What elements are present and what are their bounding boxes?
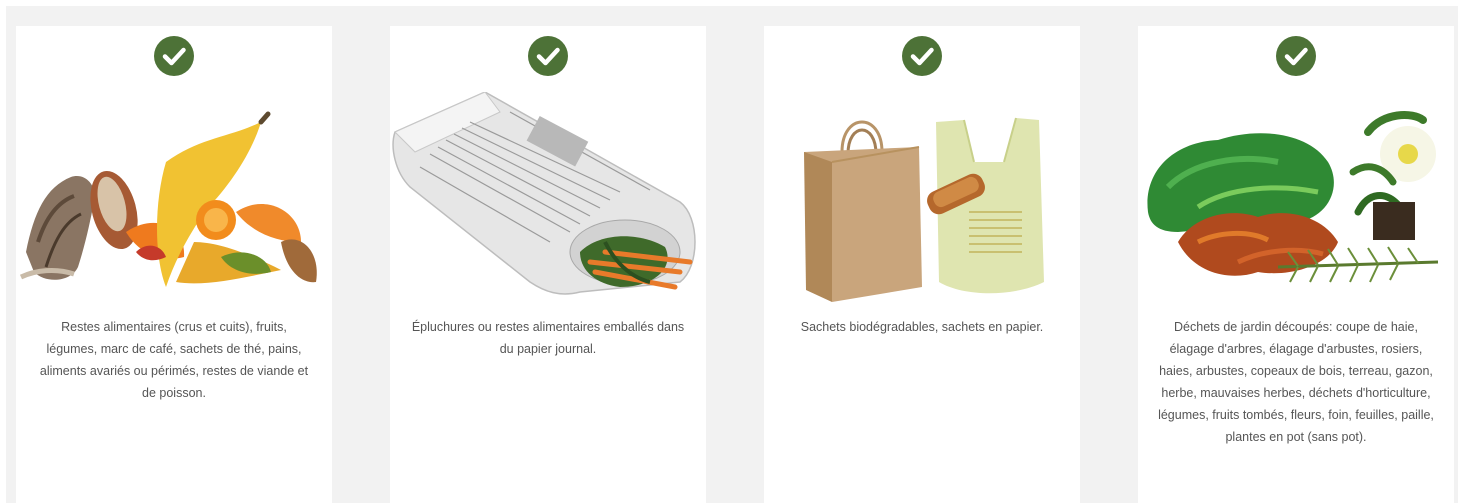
card-food-scraps: Restes alimentaires (crus et cuits), fru… [16,26,332,503]
check-circle-icon [154,36,194,76]
card-description: Restes alimentaires (crus et cuits), fru… [39,320,309,400]
card-bags: Sachets biodégradables, sachets en papie… [764,26,1080,503]
card-garden-waste: Déchets de jardin découpés: coupe de hai… [1138,26,1454,503]
food-scraps-illustration [19,111,317,287]
check-circle-icon [902,36,942,76]
card-description: Déchets de jardin découpés: coupe de hai… [1158,320,1434,444]
card-newspaper: Épluchures ou restes alimentaires emball… [390,26,706,503]
card-description: Épluchures ou restes alimentaires emball… [411,320,685,356]
check-circle-icon [1276,36,1316,76]
newspaper-wrap-illustration [392,92,696,295]
card-description: Sachets biodégradables, sachets en papie… [800,320,1044,334]
page: Restes alimentaires (crus et cuits), fru… [0,0,1462,503]
bags-illustration [804,117,1044,302]
garden-waste-illustration [1147,111,1439,283]
check-circle-icon [528,36,568,76]
